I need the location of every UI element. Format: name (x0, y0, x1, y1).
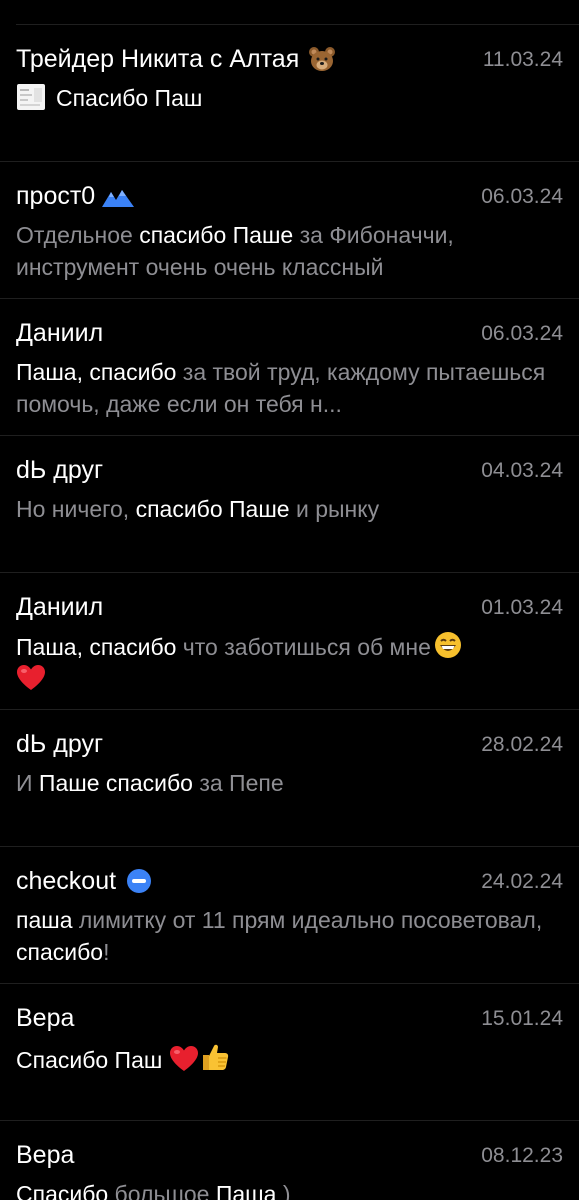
chat-date: 28.02.24 (481, 733, 563, 756)
heart-icon (169, 1045, 199, 1073)
chat-name-text: checkout (16, 867, 117, 895)
preview-highlight: Спасибо (16, 1181, 109, 1200)
chat-name: Вера (16, 1139, 74, 1171)
chat-header: Вера 08.12.23 (16, 1139, 563, 1173)
bear-icon (307, 44, 337, 74)
chat-date: 06.03.24 (481, 322, 563, 345)
chat-row[interactable]: прост0 06.03.24 Отдельное спасибо Паше з… (0, 162, 579, 299)
chat-name: Вера (16, 1002, 74, 1034)
chat-header: dЬ друг 28.02.24 (16, 728, 563, 762)
chat-preview: И Паше спасибо за Пепе (16, 767, 559, 799)
chat-preview: Отдельное спасибо Паше за Фибоначчи, инс… (16, 219, 559, 283)
chat-date: 24.02.24 (481, 870, 563, 893)
chat-row[interactable]: dЬ друг 28.02.24 И Паше спасибо за Пепе (0, 710, 579, 847)
heart-icon (16, 664, 46, 692)
chat-date: 15.01.24 (481, 1007, 563, 1030)
chat-preview: Спасибо большое Паша ) (16, 1178, 559, 1200)
chat-date: 04.03.24 (481, 459, 563, 482)
chat-preview: паша лимитку от 11 прям идеально посовет… (16, 904, 559, 968)
preview-highlight: спасибо Паше (135, 496, 290, 522)
chat-name: dЬ друг (16, 454, 103, 486)
preview-text: большое (108, 1181, 216, 1200)
chat-header: dЬ друг 04.03.24 (16, 454, 563, 488)
chat-name-text: прост0 (16, 182, 96, 210)
preview-highlight: спасибо (16, 939, 104, 965)
chat-name: dЬ друг (16, 728, 103, 760)
chat-preview: Спасибо Паш (16, 1041, 559, 1076)
chat-header: checkout 24.02.24 (16, 865, 563, 899)
preview-text: лимитку от 11 прям идеально посоветовал, (72, 907, 543, 933)
chat-name: Даниил (16, 591, 103, 623)
chat-header: Даниил 06.03.24 (16, 317, 563, 351)
preview-highlight: Паше спасибо (38, 770, 193, 796)
chat-row[interactable]: Вера 15.01.24 Спасибо Паш (0, 984, 579, 1121)
preview-highlight: Паша, спасибо (16, 359, 177, 385)
search-results-list: Трейдер Никита с Алтая 11.03.24 Спасибо … (0, 0, 579, 1200)
verified-mountain-icon (101, 185, 135, 207)
preview-text: И (16, 770, 39, 796)
preview-text: ) (276, 1181, 291, 1200)
chat-row[interactable]: Даниил 06.03.24 Паша, спасибо за твой тр… (0, 299, 579, 436)
chat-name: Трейдер Никита с Алтая (16, 43, 337, 75)
grin-icon (433, 630, 463, 660)
minus-circle-icon (126, 868, 152, 894)
preview-text: Но ничего, (16, 496, 136, 522)
thumbs-up-icon (199, 1041, 231, 1073)
chat-preview: Паша, спасибо что заботишься об мне (16, 630, 559, 695)
chat-name-text: Вера (16, 1141, 75, 1169)
chat-row[interactable]: Вера 08.12.23 Спасибо большое Паша ) (0, 1121, 579, 1200)
chat-preview: Но ничего, спасибо Паше и рынку (16, 493, 559, 525)
chat-name: Даниил (16, 317, 103, 349)
chat-name: checkout (16, 865, 152, 897)
chat-date: 01.03.24 (481, 596, 563, 619)
preview-highlight: Спасибо Паш (56, 85, 203, 111)
doc-thumbnail-icon (16, 82, 46, 112)
chat-header: Даниил 01.03.24 (16, 591, 563, 625)
chat-row[interactable]: Трейдер Никита с Алтая 11.03.24 Спасибо … (0, 25, 579, 162)
chat-name-text: dЬ друг (16, 730, 104, 758)
chat-name: прост0 (16, 180, 135, 212)
preview-highlight: паша (16, 907, 73, 933)
chat-header: Вера 15.01.24 (16, 1002, 563, 1036)
preview-text: Отдельное (16, 222, 140, 248)
chat-preview: Паша, спасибо за твой труд, каждому пыта… (16, 356, 559, 420)
chat-header: прост0 06.03.24 (16, 180, 563, 214)
chat-header: Трейдер Никита с Алтая 11.03.24 (16, 43, 563, 77)
chat-name-text: dЬ друг (16, 456, 104, 484)
chat-row[interactable]: dЬ друг 04.03.24 Но ничего, спасибо Паше… (0, 436, 579, 573)
preview-highlight: Спасибо Паш (16, 1047, 169, 1073)
preview-text: ! (103, 939, 110, 965)
chat-row[interactable]: Даниил 01.03.24 Паша, спасибо что заботи… (0, 573, 579, 710)
preview-highlight: Паша (215, 1181, 277, 1200)
chat-name-text: Трейдер Никита с Алтая (16, 45, 300, 73)
preview-highlight: Паша, спасибо (16, 634, 177, 660)
preview-text: за Пепе (192, 770, 284, 796)
preview-text: что заботишься об мне (176, 634, 431, 660)
chat-date: 06.03.24 (481, 185, 563, 208)
preview-text: и рынку (289, 496, 380, 522)
chat-date: 11.03.24 (482, 48, 563, 71)
chat-name-text: Даниил (16, 319, 104, 347)
chat-row[interactable]: checkout 24.02.24 паша лимитку от 11 пря… (0, 847, 579, 984)
preview-highlight: спасибо Паше (139, 222, 294, 248)
chat-name-text: Даниил (16, 593, 104, 621)
chat-date: 08.12.23 (481, 1144, 563, 1167)
chat-preview: Спасибо Паш (16, 82, 559, 114)
chat-name-text: Вера (16, 1004, 75, 1032)
